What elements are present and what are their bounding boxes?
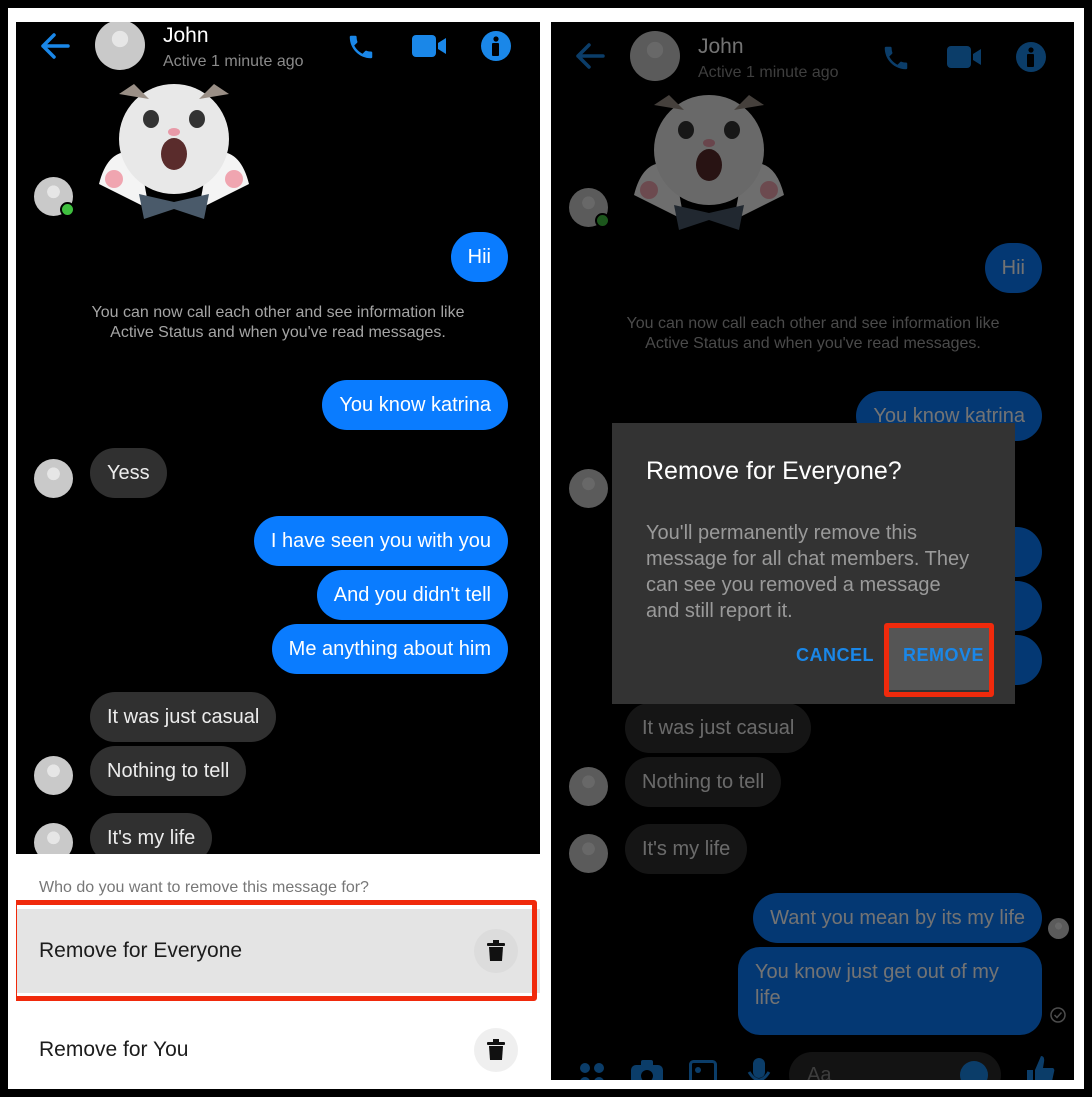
info-icon[interactable]: [481, 31, 511, 61]
message-bubble[interactable]: Yess: [90, 448, 167, 498]
option-label: Remove for You: [39, 1038, 189, 1061]
active-status: Active 1 minute ago: [163, 53, 304, 70]
message-bubble[interactable]: It was just casual: [90, 692, 277, 742]
highlight-box: [16, 900, 537, 1001]
dialog-title: Remove for Everyone?: [646, 457, 902, 485]
highlight-box: [884, 623, 994, 697]
contact-avatar-small: [34, 459, 73, 498]
dialog-message: You'll permanently remove this message f…: [646, 522, 970, 622]
right-screen: John Active 1 minute ago Hii You can now…: [551, 22, 1074, 1080]
remove-for-you-option[interactable]: Remove for You: [16, 1008, 540, 1088]
contact-avatar-small: [34, 756, 73, 795]
left-screen: John Active 1 minute ago Hii You can now…: [16, 22, 540, 1088]
message-bubble[interactable]: Hii: [450, 232, 508, 282]
phone-icon[interactable]: [346, 32, 376, 62]
message-bubble[interactable]: And you didn't tell: [316, 570, 508, 620]
remove-message-sheet: Who do you want to remove this message f…: [16, 854, 540, 1088]
system-notice: You can now call each other and see info…: [91, 304, 465, 341]
sheet-question: Who do you want to remove this message f…: [39, 879, 369, 896]
cat-sticker[interactable]: [89, 84, 259, 219]
message-bubble[interactable]: Nothing to tell: [90, 746, 247, 796]
cancel-button[interactable]: CANCEL: [796, 645, 874, 666]
contact-name[interactable]: John: [163, 24, 209, 48]
trash-button[interactable]: [474, 1028, 518, 1072]
message-bubble[interactable]: Me anything about him: [271, 624, 508, 674]
contact-avatar[interactable]: [95, 22, 145, 70]
online-indicator: [60, 202, 75, 217]
trash-icon: [487, 1039, 505, 1060]
remove-confirm-dialog: Remove for Everyone? You'll permanently …: [612, 423, 1015, 704]
message-bubble[interactable]: You know katrina: [322, 380, 508, 430]
back-arrow-icon[interactable]: [40, 32, 70, 60]
video-camera-icon[interactable]: [412, 34, 448, 58]
message-bubble[interactable]: I have seen you with you: [253, 516, 508, 566]
